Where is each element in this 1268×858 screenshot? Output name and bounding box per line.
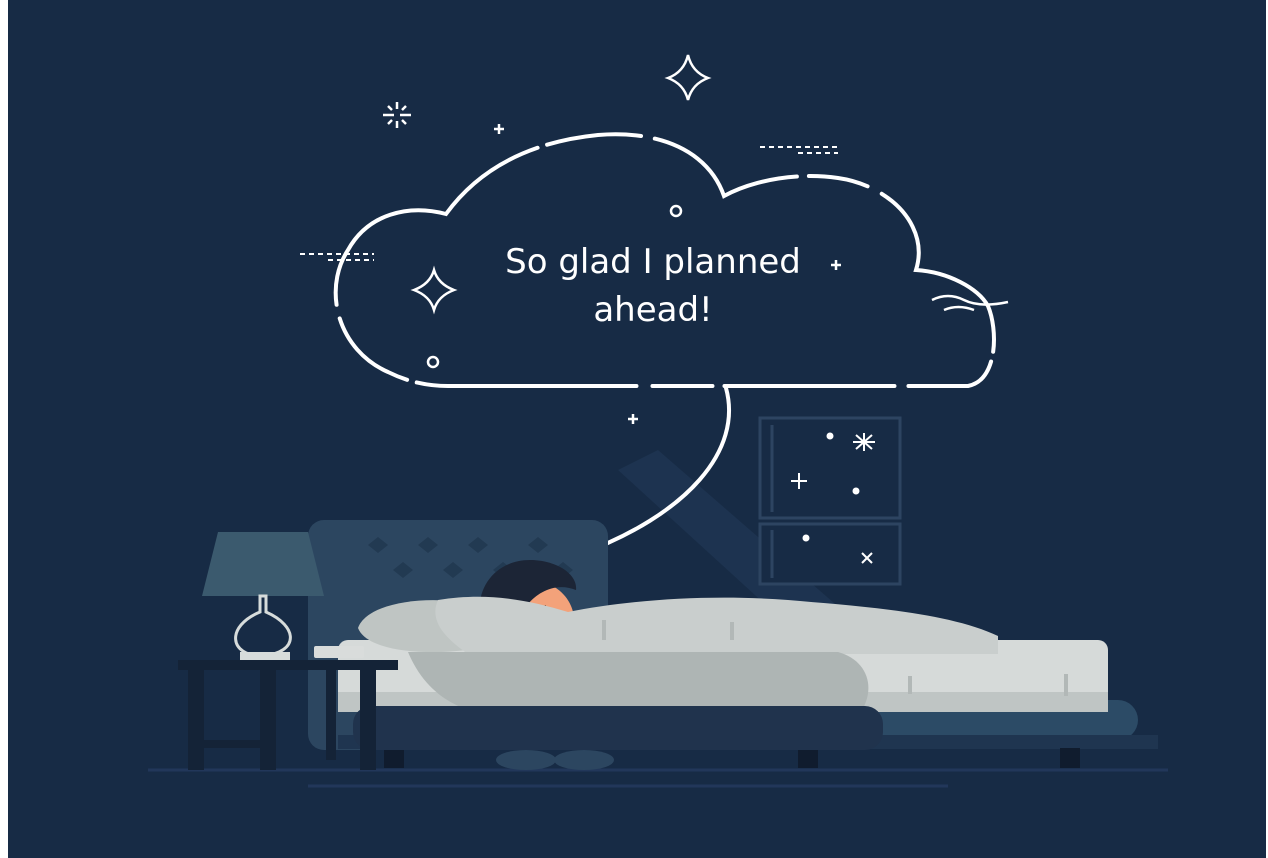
sparkle-icon [410, 265, 458, 315]
sparkle-icon [664, 54, 712, 101]
asterisk-icon [853, 433, 875, 451]
phone [314, 646, 364, 658]
plus-icon [628, 414, 638, 424]
plus-icon [494, 124, 504, 134]
bed-frame-front [353, 706, 883, 750]
thought-bubble-text: So glad I planned ahead! [463, 238, 843, 334]
bedside-lamp [202, 532, 324, 660]
thought-line-2: ahead! [593, 290, 713, 330]
circle-icon [669, 204, 683, 218]
thought-line-1: So glad I planned [505, 242, 801, 282]
bedroom-scene [148, 54, 1168, 788]
illustration-frame: So glad I planned ahead! [8, 0, 1266, 858]
circle-icon [426, 355, 440, 369]
wave-icon [943, 305, 975, 312]
nightstand [178, 660, 398, 770]
floor-lines [148, 768, 1168, 788]
window [758, 416, 902, 586]
asterisk-icon [383, 102, 411, 128]
wave-icon [931, 294, 1009, 306]
